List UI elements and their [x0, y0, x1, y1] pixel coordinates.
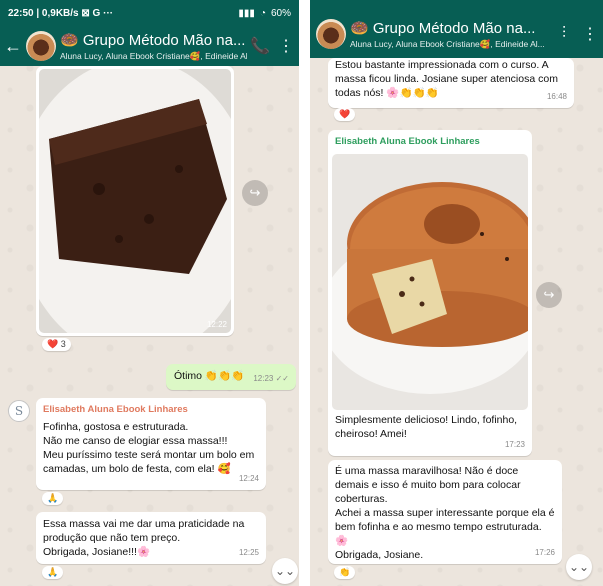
chat-header[interactable]: 🍩 Grupo Método Mão na... Aluna Lucy, Alu…: [310, 10, 603, 58]
message-time: 16:48: [546, 92, 567, 101]
cake-slice-photo[interactable]: [39, 69, 231, 333]
battery-level: 60%: [270, 7, 291, 19]
forward-icon[interactable]: ↪: [242, 180, 268, 206]
right-chat-panel: 🍩 Grupo Método Mão na... Aluna Lucy, Alu…: [310, 0, 603, 586]
group-members: Aluna Lucy, Aluna Ebook Cristiane🥰, Edin…: [60, 50, 247, 61]
bundt-cake-photo[interactable]: [332, 154, 528, 410]
group-info[interactable]: 🍩 Grupo Método Mão na... Aluna Lucy, Alu…: [350, 19, 551, 50]
group-avatar[interactable]: [26, 31, 56, 61]
add-call-icon[interactable]: 📞: [247, 36, 273, 56]
reaction-badge[interactable]: 👏: [334, 566, 356, 579]
message-time: 12:23 ✓✓: [253, 374, 289, 383]
more-options-icon[interactable]: ⋮: [577, 24, 603, 44]
message-text: Fofinha, gostosa e estruturada. Não me c…: [43, 421, 255, 475]
image-message[interactable]: 12:22: [36, 66, 234, 336]
bundt-cake-image: [332, 182, 528, 394]
sender-name[interactable]: Elisabeth Aluna Ebook Linhares: [43, 403, 259, 417]
group-title: 🍩 Grupo Método Mão na...: [60, 31, 246, 49]
forward-icon[interactable]: ↪: [536, 282, 562, 308]
scroll-down-icon[interactable]: ⌄⌄: [566, 554, 592, 580]
group-avatar[interactable]: [316, 19, 346, 49]
voice-chat-icon[interactable]: ⫶: [551, 25, 577, 43]
status-icons: ▮▮▮ ◔ 60%: [238, 8, 291, 19]
status-bar: 22:50 | 0,9KB/s ⊠ G ··· ▮▮▮ ◔ 60%: [0, 0, 299, 26]
message-time: 12:25: [238, 548, 259, 557]
group-title: 🍩 Grupo Método Mão na...: [350, 19, 536, 37]
message-time: 17:23: [504, 440, 525, 449]
sender-name[interactable]: Elisabeth Aluna Ebook Linhares: [331, 133, 529, 151]
image-caption: Simplesmente delicioso! Lindo, fofinho, …: [335, 414, 518, 440]
outgoing-message[interactable]: Ótimo 👏👏👏 12:23 ✓✓: [166, 364, 296, 390]
message-time: 12:22: [206, 320, 227, 329]
chat-header[interactable]: ← 🍩 Grupo Método Mão na... Aluna Lucy, A…: [0, 26, 299, 66]
message-time: 17:26: [534, 548, 555, 557]
reaction-badge[interactable]: 🙏: [42, 566, 64, 579]
message-text: É uma massa maravilhosa! Não é doce dema…: [335, 465, 555, 561]
status-text: 22:50 | 0,9KB/s ⊠ G ···: [8, 7, 114, 19]
reaction-badge[interactable]: 🙏: [42, 492, 64, 505]
message-text: Ótimo 👏👏👏: [174, 370, 245, 382]
wifi-icon: ◔: [259, 7, 266, 19]
incoming-message[interactable]: É uma massa maravilhosa! Não é doce dema…: [328, 460, 562, 564]
sender-avatar[interactable]: S: [8, 400, 30, 422]
more-options-icon[interactable]: ⋮: [273, 36, 299, 56]
message-time: 12:24: [238, 474, 259, 483]
scroll-down-icon[interactable]: ⌄⌄: [272, 558, 298, 584]
message-text: Estou bastante impressionada com o curso…: [335, 59, 558, 99]
reaction-badge[interactable]: ❤️ 3: [42, 338, 71, 351]
signal-icon: ▮▮▮: [238, 7, 255, 19]
group-members: Aluna Lucy, Aluna Ebook Cristiane🥰, Edin…: [350, 38, 545, 49]
chocolate-cake-image: [39, 69, 231, 333]
incoming-message[interactable]: Essa massa vai me dar uma praticidade na…: [36, 512, 266, 564]
image-message[interactable]: Elisabeth Aluna Ebook Linhares Simplesme…: [328, 130, 532, 456]
back-arrow-icon[interactable]: ←: [4, 36, 22, 57]
incoming-message[interactable]: Estou bastante impressionada com o curso…: [328, 58, 574, 108]
left-chat-panel: 22:50 | 0,9KB/s ⊠ G ··· ▮▮▮ ◔ 60% ← 🍩 Gr…: [0, 0, 299, 586]
incoming-message[interactable]: Elisabeth Aluna Ebook Linhares Fofinha, …: [36, 398, 266, 490]
reaction-badge[interactable]: ❤️: [334, 108, 356, 121]
message-text: Essa massa vai me dar uma praticidade na…: [43, 518, 245, 558]
group-info[interactable]: 🍩 Grupo Método Mão na... Aluna Lucy, Alu…: [60, 31, 247, 62]
header-top-strip: [310, 0, 603, 10]
